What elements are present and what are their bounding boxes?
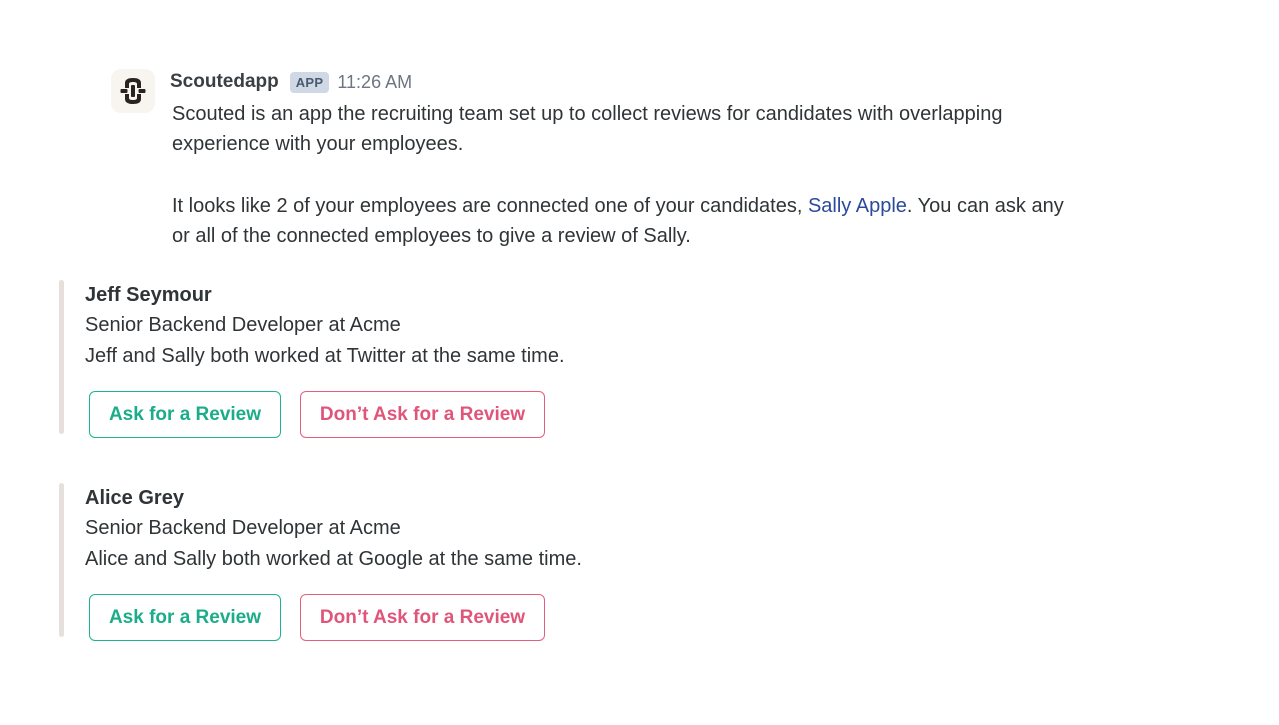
intro-text: Scouted is an app the recruiting team se…: [172, 103, 1003, 155]
ask-for-review-button[interactable]: Ask for a Review: [89, 391, 281, 438]
sender-name[interactable]: Scoutedapp: [170, 71, 279, 93]
review-actions: Ask for a Review Don’t Ask for a Review: [89, 594, 659, 641]
app-avatar[interactable]: [111, 69, 155, 113]
timestamp[interactable]: 11:26 AM: [337, 72, 412, 93]
employee-overlap: Alice and Sally both worked at Google at…: [85, 548, 582, 570]
employee-title: Senior Backend Developer at Acme: [85, 314, 401, 336]
message-body: Scouted is an app the recruiting team se…: [172, 99, 1072, 251]
employee-title: Senior Backend Developer at Acme: [85, 517, 401, 539]
message-header: Scoutedapp APP 11:26 AM: [170, 70, 412, 94]
employee-card-alice: Alice Grey Senior Backend Developer at A…: [59, 483, 659, 641]
review-actions: Ask for a Review Don’t Ask for a Review: [89, 391, 659, 438]
ask-for-review-button[interactable]: Ask for a Review: [89, 594, 281, 641]
app-badge: APP: [289, 71, 330, 93]
connected-text: It looks like 2 of your employees are co…: [172, 191, 1072, 251]
candidate-link[interactable]: Sally Apple: [808, 195, 907, 217]
scouted-logo-icon: [120, 78, 146, 104]
dont-ask-for-review-button[interactable]: Don’t Ask for a Review: [300, 391, 545, 438]
employee-name: Jeff Seymour: [85, 284, 212, 306]
dont-ask-for-review-button[interactable]: Don’t Ask for a Review: [300, 594, 545, 641]
connected-prefix: It looks like 2 of your employees are co…: [172, 195, 808, 217]
card-accent-bar: [59, 280, 64, 434]
card-accent-bar: [59, 483, 64, 637]
employee-card-jeff: Jeff Seymour Senior Backend Developer at…: [59, 280, 659, 438]
employee-name: Alice Grey: [85, 487, 184, 509]
employee-overlap: Jeff and Sally both worked at Twitter at…: [85, 345, 565, 367]
